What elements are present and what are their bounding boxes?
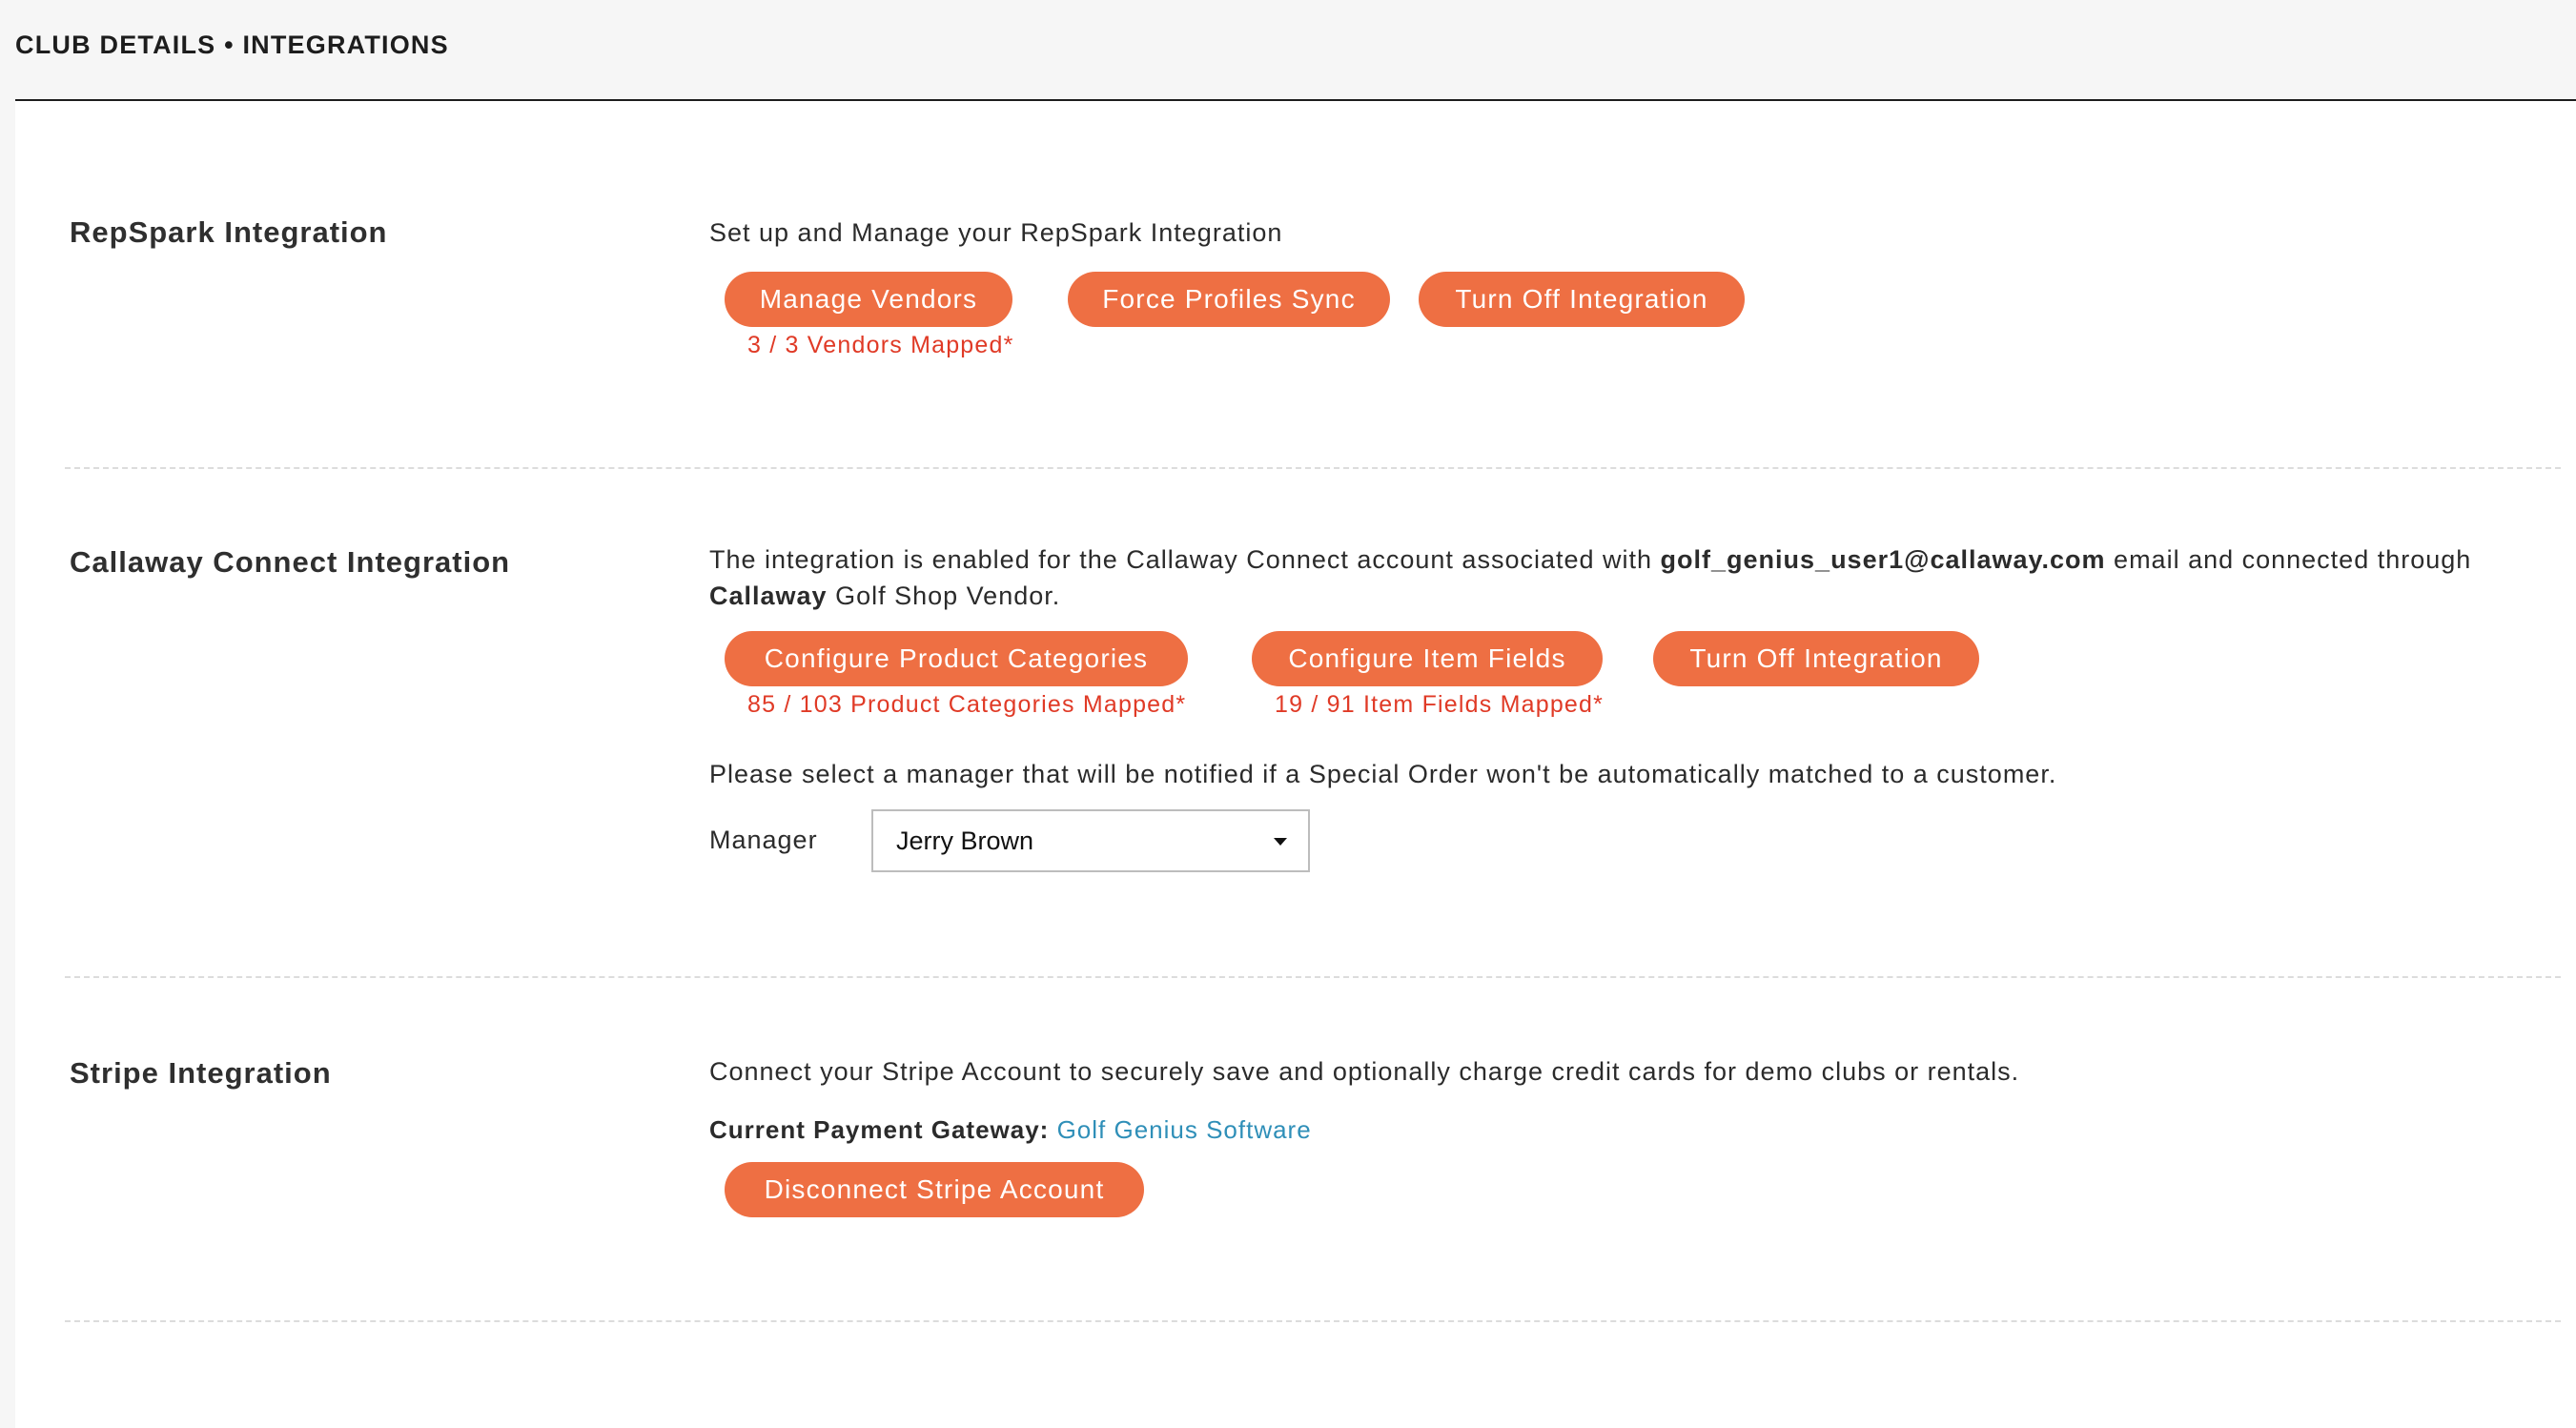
repspark-description: Set up and Manage your RepSpark Integrat… [709, 218, 1283, 247]
force-profiles-sync-button[interactable]: Force Profiles Sync [1068, 272, 1390, 327]
callaway-vendor-name: Callaway [709, 581, 828, 610]
section-divider [65, 976, 2561, 978]
manage-vendors-button[interactable]: Manage Vendors [725, 272, 1012, 327]
manager-prompt: Please select a manager that will be not… [709, 760, 2057, 788]
section-divider [65, 467, 2561, 469]
section-divider [65, 1320, 2561, 1322]
manager-label: Manager [709, 826, 818, 854]
page-header: CLUB DETAILS • INTEGRATIONS [0, 0, 2576, 100]
vendors-mapped-note: 3 / 3 Vendors Mapped* [747, 332, 1014, 358]
repspark-section-title: RepSpark Integration [70, 215, 388, 249]
callaway-email: golf_genius_user1@callaway.com [1660, 545, 2106, 574]
stripe-description: Connect your Stripe Account to securely … [709, 1057, 2020, 1086]
payment-gateway-link[interactable]: Golf Genius Software [1057, 1115, 1312, 1144]
configure-item-fields-button[interactable]: Configure Item Fields [1252, 631, 1603, 686]
turn-off-callaway-button[interactable]: Turn Off Integration [1653, 631, 1979, 686]
caret-down-icon [1274, 838, 1287, 846]
payment-gateway-label: Current Payment Gateway: [709, 1115, 1050, 1144]
turn-off-repspark-button[interactable]: Turn Off Integration [1419, 272, 1745, 327]
disconnect-stripe-button[interactable]: Disconnect Stripe Account [725, 1162, 1144, 1217]
product-categories-mapped-note: 85 / 103 Product Categories Mapped* [747, 691, 1187, 718]
item-fields-mapped-note: 19 / 91 Item Fields Mapped* [1275, 691, 1605, 718]
page-title: CLUB DETAILS • INTEGRATIONS [15, 31, 449, 59]
manager-select[interactable]: Jerry Brown [871, 809, 1310, 872]
configure-product-categories-button[interactable]: Configure Product Categories [725, 631, 1188, 686]
callaway-description: The integration is enabled for the Calla… [709, 545, 2472, 610]
stripe-section-title: Stripe Integration [70, 1056, 332, 1090]
callaway-section-title: Callaway Connect Integration [70, 545, 511, 579]
payment-gateway-line: Current Payment Gateway: Golf Genius Sof… [709, 1112, 1312, 1148]
manager-select-value: Jerry Brown [896, 826, 1034, 855]
